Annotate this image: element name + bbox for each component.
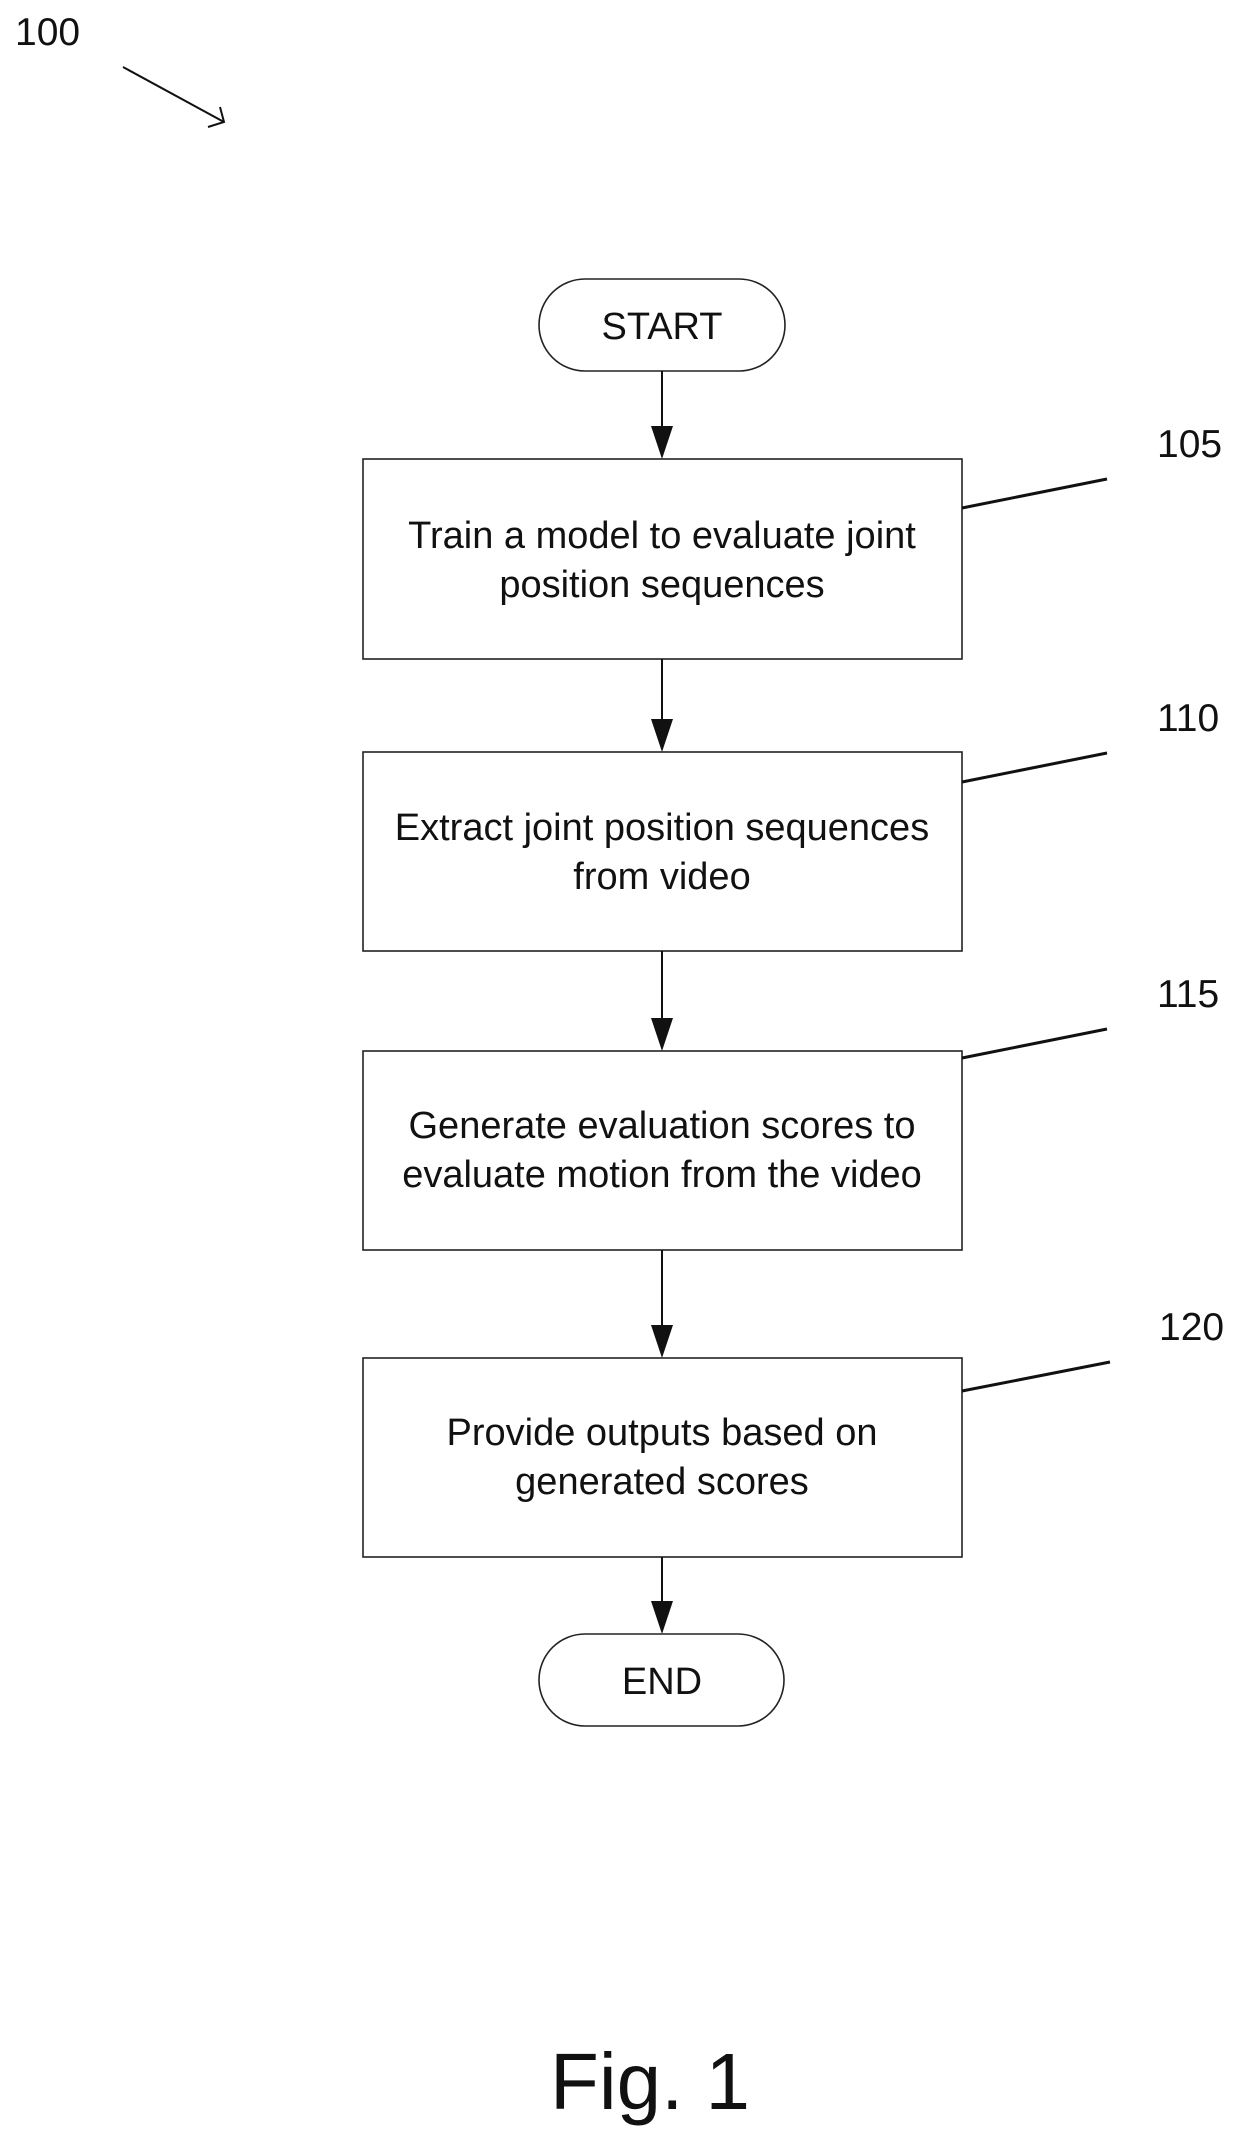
step-120-line-2: generated scores xyxy=(515,1461,809,1503)
end-terminal: END xyxy=(538,1633,785,1727)
step-115-line-2: evaluate motion from the video xyxy=(402,1154,922,1196)
figure-ref-number: 100 xyxy=(15,11,80,54)
process-step-115: Generate evaluation scores to evaluate m… xyxy=(362,1050,963,1251)
start-terminal: START xyxy=(538,278,786,372)
step-110-line-1: Extract joint position sequences xyxy=(395,807,929,849)
ref-label-115: 115 xyxy=(1157,973,1219,1016)
process-step-120: Provide outputs based on generated score… xyxy=(362,1357,963,1558)
figure-caption: Fig. 1 xyxy=(550,2037,750,2126)
leader-line-110 xyxy=(961,751,1108,784)
arrow-step-120-to-end xyxy=(651,1557,673,1634)
process-step-105: Train a model to evaluate joint position… xyxy=(362,458,963,660)
step-105-line-2: position sequences xyxy=(499,564,824,606)
arrow-step-105-to-110 xyxy=(651,659,673,752)
end-label: END xyxy=(622,1661,702,1703)
leader-line-115 xyxy=(961,1027,1108,1060)
leader-line-105 xyxy=(961,477,1108,510)
step-120-line-1: Provide outputs based on xyxy=(447,1412,878,1454)
step-110-line-2: from video xyxy=(573,856,750,898)
start-label: START xyxy=(601,306,722,348)
process-step-110: Extract joint position sequences from vi… xyxy=(362,751,963,952)
flowchart-figure: 100 START Train a model to evaluate join… xyxy=(15,11,1224,2126)
arrow-start-to-step-105 xyxy=(651,371,673,459)
leader-line-120 xyxy=(961,1360,1111,1393)
ref-label-105: 105 xyxy=(1157,423,1222,466)
ref-label-120: 120 xyxy=(1159,1306,1224,1349)
figure-pointer-arrow-icon xyxy=(122,66,226,128)
step-105-line-1: Train a model to evaluate joint xyxy=(408,515,916,557)
arrow-step-115-to-120 xyxy=(651,1250,673,1358)
step-115-line-1: Generate evaluation scores to xyxy=(409,1105,916,1147)
arrow-step-110-to-115 xyxy=(651,951,673,1051)
ref-label-110: 110 xyxy=(1157,697,1219,740)
